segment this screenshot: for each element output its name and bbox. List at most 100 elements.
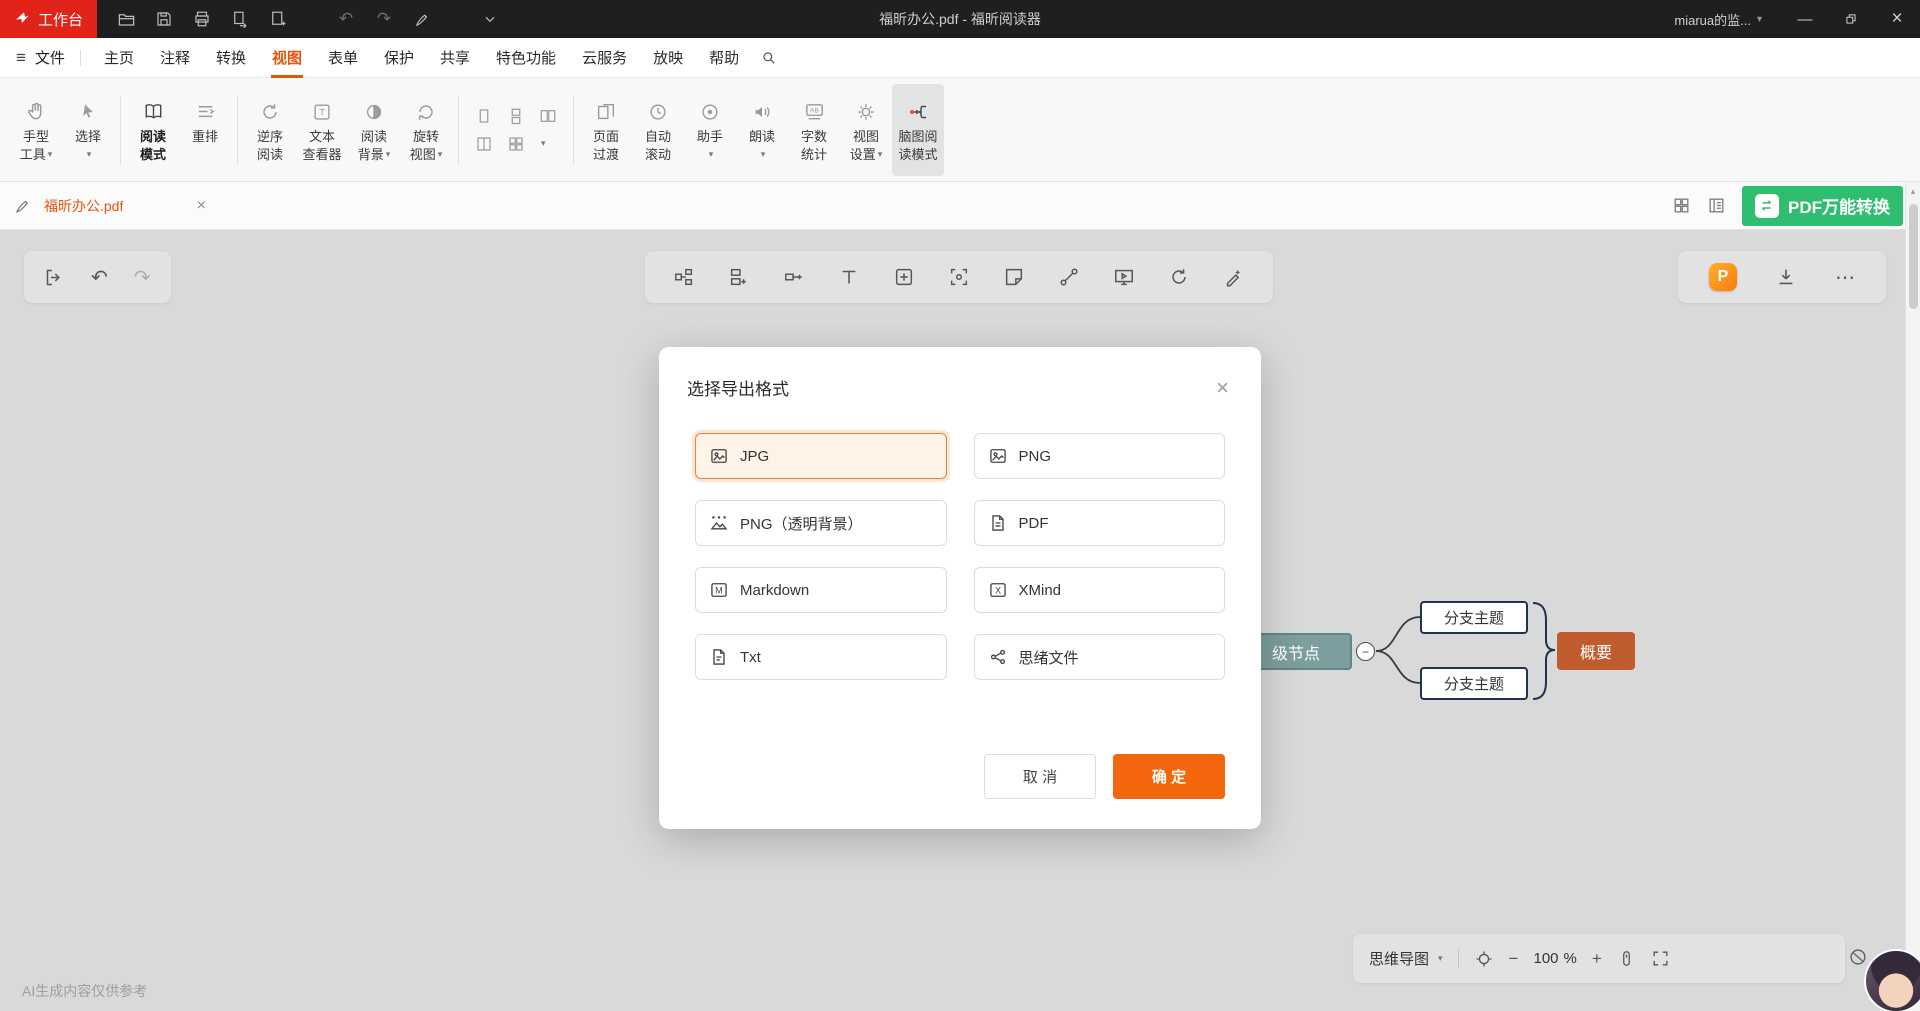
- circle-slash-icon[interactable]: [1847, 946, 1869, 968]
- zoom-out-button[interactable]: −: [1509, 949, 1519, 969]
- export-option-pdf[interactable]: PDF: [974, 500, 1226, 546]
- pen-tool-button[interactable]: [405, 4, 439, 34]
- search-button[interactable]: [760, 49, 777, 66]
- menu-item-home[interactable]: 主页: [91, 38, 147, 78]
- select-tool-button[interactable]: 选择 ▾: [62, 84, 114, 176]
- speaker-icon: [751, 97, 773, 127]
- split-view-icon[interactable]: [475, 135, 493, 153]
- export-option-xmind[interactable]: X XMind: [974, 567, 1226, 613]
- single-page-icon[interactable]: [475, 107, 493, 125]
- relationship-icon[interactable]: [1058, 266, 1080, 288]
- menu-item-convert[interactable]: 转换: [203, 38, 259, 78]
- chevron-down-icon: ▾: [1438, 953, 1443, 964]
- reading-mode-button[interactable]: 阅读 模式: [127, 84, 179, 176]
- view-settings-button[interactable]: 视图 设置▾: [840, 84, 892, 176]
- add-child-node-icon[interactable]: [783, 266, 805, 288]
- layout-dropdown-icon[interactable]: ▾: [541, 138, 546, 149]
- menu-item-features[interactable]: 特色功能: [483, 38, 569, 78]
- rotate-view-button[interactable]: 旋转 视图▾: [400, 84, 452, 176]
- export-option-markdown[interactable]: M Markdown: [695, 567, 947, 613]
- text-viewer-button[interactable]: T 文本 查看器: [296, 84, 348, 176]
- menu-item-view[interactable]: 视图: [259, 38, 315, 78]
- menu-item-cloud[interactable]: 云服务: [569, 38, 640, 78]
- grid-view-icon[interactable]: [507, 135, 525, 153]
- mindmap-branch-node[interactable]: 分支主题: [1420, 667, 1528, 700]
- export-option-png-transparent[interactable]: PNG（透明背景）: [695, 500, 947, 546]
- sticker-icon[interactable]: [1003, 266, 1025, 288]
- scrollbar-thumb[interactable]: [1909, 204, 1918, 309]
- mindmap-undo-icon[interactable]: ↶: [91, 265, 108, 290]
- mindmap-brand-badge[interactable]: P: [1709, 263, 1737, 291]
- create-document-button[interactable]: [261, 4, 295, 34]
- pdf-converter-button[interactable]: PDF万能转换: [1742, 186, 1903, 226]
- facing-pages-icon[interactable]: [539, 107, 557, 125]
- restore-button[interactable]: [1828, 0, 1874, 38]
- scroll-up-icon[interactable]: ▴: [1906, 182, 1920, 197]
- presentation-icon[interactable]: [1113, 266, 1135, 288]
- reflow-button[interactable]: 重排: [179, 84, 231, 176]
- cancel-button[interactable]: 取 消: [984, 754, 1096, 799]
- save-button[interactable]: [147, 4, 181, 34]
- mindmap-canvas[interactable]: ↶ ↷: [0, 230, 1920, 1011]
- close-window-button[interactable]: ×: [1874, 0, 1920, 38]
- assistant-button[interactable]: 助手 ▾: [684, 84, 736, 176]
- menu-item-present[interactable]: 放映: [640, 38, 696, 78]
- undo-button[interactable]: ↶: [329, 4, 363, 34]
- menu-item-share[interactable]: 共享: [427, 38, 483, 78]
- tab-close-icon[interactable]: ×: [197, 197, 206, 215]
- map-type-selector[interactable]: 思维导图 ▾: [1369, 948, 1443, 969]
- menu-item-protect[interactable]: 保护: [371, 38, 427, 78]
- multi-tab-grid-icon[interactable]: [1672, 196, 1691, 215]
- menu-item-comment[interactable]: 注释: [147, 38, 203, 78]
- mouse-mode-icon[interactable]: [1617, 949, 1636, 968]
- collapse-toolbar-icon[interactable]: [473, 4, 507, 34]
- download-icon[interactable]: [1775, 266, 1797, 288]
- continuous-scroll-icon[interactable]: [507, 107, 525, 125]
- workspace-button[interactable]: 工作台: [0, 0, 97, 38]
- menu-item-form[interactable]: 表单: [315, 38, 371, 78]
- account-menu[interactable]: miarua的监... ▾: [1674, 10, 1762, 29]
- export-option-txt[interactable]: Txt: [695, 634, 947, 680]
- auto-scroll-button[interactable]: 自动 滚动: [632, 84, 684, 176]
- center-locate-icon[interactable]: [1474, 949, 1494, 969]
- reverse-reading-button[interactable]: 逆序 阅读: [244, 84, 296, 176]
- mindmap-summary-node[interactable]: 概要: [1557, 632, 1635, 670]
- annotate-pencil-icon[interactable]: [14, 197, 32, 215]
- vertical-scrollbar[interactable]: ▴: [1905, 182, 1920, 1011]
- export-document-button[interactable]: [223, 4, 257, 34]
- text-format-icon[interactable]: [838, 266, 860, 288]
- open-file-button[interactable]: [109, 4, 143, 34]
- reading-background-button[interactable]: 阅读 背景▾: [348, 84, 400, 176]
- zoom-in-button[interactable]: +: [1592, 949, 1602, 969]
- minimize-button[interactable]: —: [1782, 0, 1828, 38]
- confirm-button[interactable]: 确 定: [1113, 754, 1225, 799]
- fullscreen-icon[interactable]: [1651, 949, 1670, 968]
- more-options-icon[interactable]: ⋯: [1835, 265, 1855, 290]
- export-option-mind-file[interactable]: 思绪文件: [974, 634, 1226, 680]
- focus-root-icon[interactable]: [44, 267, 65, 288]
- print-button[interactable]: [185, 4, 219, 34]
- mindmap-branch-node[interactable]: 分支主题: [1420, 601, 1528, 634]
- screenshot-icon[interactable]: [948, 266, 970, 288]
- structure-icon[interactable]: [673, 266, 695, 288]
- read-aloud-button[interactable]: 朗读 ▾: [736, 84, 788, 176]
- export-option-jpg[interactable]: JPG: [695, 433, 947, 479]
- menu-item-help[interactable]: 帮助: [696, 38, 752, 78]
- mindmap-redo-icon[interactable]: ↷: [134, 265, 151, 290]
- export-option-png[interactable]: PNG: [974, 433, 1226, 479]
- hand-tool-button[interactable]: 手型 工具▾: [10, 84, 62, 176]
- file-menu[interactable]: ≡ 文件: [16, 47, 65, 68]
- page-transition-button[interactable]: 页面 过渡: [580, 84, 632, 176]
- document-tab[interactable]: 福昕办公.pdf ×: [44, 196, 206, 216]
- add-sibling-node-icon[interactable]: [728, 266, 750, 288]
- mindmap-reading-mode-button[interactable]: 脑图阅 读模式: [892, 84, 944, 176]
- redo-button[interactable]: ↷: [367, 4, 401, 34]
- refresh-theme-icon[interactable]: [1168, 266, 1190, 288]
- page-panel-icon[interactable]: [1707, 196, 1726, 215]
- word-count-button[interactable]: AB 字数 统计: [788, 84, 840, 176]
- collapse-node-button[interactable]: −: [1356, 642, 1375, 661]
- dialog-close-icon[interactable]: ×: [1216, 377, 1229, 399]
- insert-topic-icon[interactable]: [893, 266, 915, 288]
- user-avatar[interactable]: [1864, 949, 1920, 1011]
- ai-beautify-icon[interactable]: [1223, 266, 1245, 288]
